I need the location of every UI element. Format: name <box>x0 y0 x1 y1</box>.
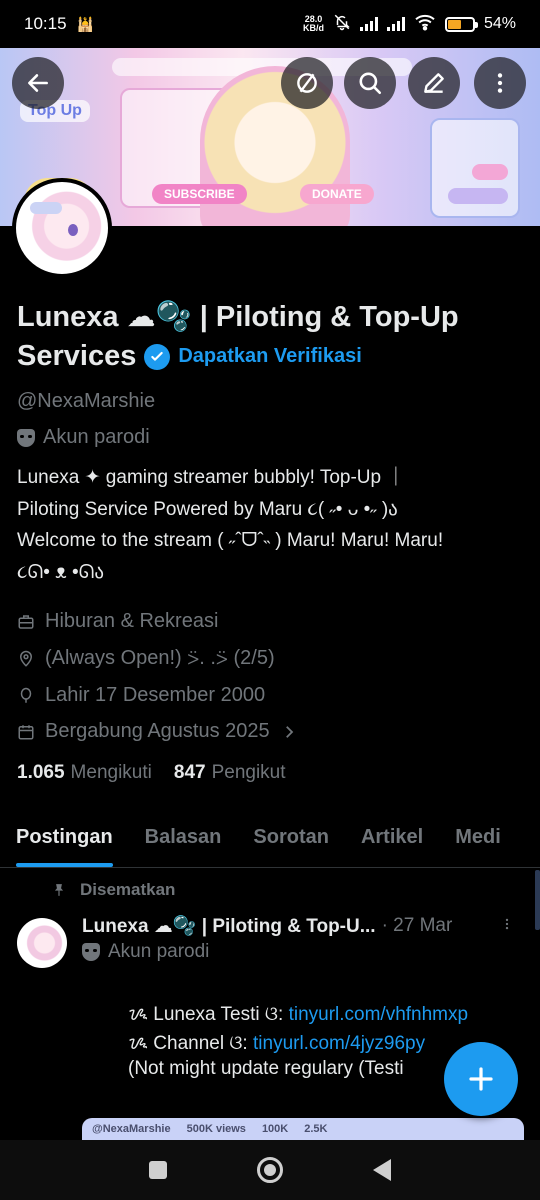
profile-avatar[interactable] <box>12 178 112 278</box>
pinned-label: Disematkan <box>80 880 176 899</box>
tab-articles[interactable]: Artikel <box>345 812 439 867</box>
bio-line: Piloting Service Powered by Maru ૮( ˶• ᴗ… <box>17 498 398 520</box>
tab-replies[interactable]: Balasan <box>129 812 238 867</box>
media-likes: 100K <box>261 1123 289 1135</box>
system-nav-bar <box>0 1140 540 1200</box>
profile-location: (Always Open!) ⍩. .⍩ (2/5) <box>17 647 275 670</box>
avatar-hair-clip <box>30 202 62 214</box>
banner-chat-bubble <box>472 164 508 180</box>
battery-icon <box>444 16 478 32</box>
tab-highlights[interactable]: Sorotan <box>237 812 345 867</box>
media-handle: @NexaMarshie <box>92 1123 171 1135</box>
bio-line: ૮ᘏ• ᴥ •ᘏა <box>17 561 105 583</box>
post-header: Lunexa ☁🫧 | Piloting & Top-U... · 27 Mar <box>82 914 452 938</box>
pinned-indicator: Disematkan <box>52 880 175 900</box>
back-button[interactable] <box>12 57 64 109</box>
mask-icon <box>17 428 35 447</box>
parody-label-text: Akun parodi <box>43 426 150 448</box>
parody-account-label: Akun parodi <box>17 426 150 449</box>
post-date[interactable]: · 27 Mar <box>382 915 453 937</box>
get-verified-link[interactable]: Dapatkan Verifikasi <box>178 345 361 368</box>
search-icon <box>359 72 382 95</box>
chevron-right-icon <box>285 725 293 738</box>
media-comments: 2.5K <box>304 1123 328 1135</box>
profile-tabs: Postingan Balasan Sorotan Artikel Medi <box>0 812 540 868</box>
search-button[interactable] <box>344 57 396 109</box>
post-line-text: ᝰ Lunexa Testi ଓ: <box>128 1004 289 1025</box>
category-text: Hiburan & Rekreasi <box>45 610 219 632</box>
recents-button[interactable] <box>149 1161 167 1179</box>
profile-handle: @NexaMarshie <box>17 390 156 412</box>
more-vertical-icon <box>497 73 503 93</box>
follow-stats: 1.065 Mengikuti 847 Pengikut <box>17 762 286 784</box>
tab-posts[interactable]: Postingan <box>0 812 129 867</box>
post-line-text: ᝰ Channel ଓ: <box>128 1033 253 1054</box>
location-pin-icon <box>19 650 33 667</box>
wifi-icon <box>414 13 436 36</box>
post-text-line: ᝰ Lunexa Testi ଓ: tinyurl.com/vhfnhmxp <box>128 1000 468 1026</box>
arrow-left-icon <box>28 74 48 92</box>
banner-donate-label: DONATE <box>300 184 374 204</box>
verified-badge-icon[interactable] <box>144 343 171 370</box>
edit-button[interactable] <box>408 57 460 109</box>
post-text-line: ᝰ Channel ଓ: tinyurl.com/4jyz96py <box>128 1029 425 1055</box>
calendar-icon <box>18 724 34 739</box>
compose-button[interactable] <box>444 1042 518 1116</box>
avatar-eye <box>68 224 78 236</box>
status-bar: 10:15 🕌 28.0 KB/d 54% <box>0 0 540 48</box>
following-link[interactable]: 1.065 Mengikuti <box>17 762 152 784</box>
post-author-avatar[interactable] <box>17 918 67 968</box>
banner-subscribe-label: SUBSCRIBE <box>152 184 247 204</box>
more-vertical-icon <box>505 918 509 930</box>
network-speed: 28.0 KB/d <box>302 14 324 33</box>
profile-bio: Lunexa ✦ gaming streamer bubbly! Top-Up … <box>17 462 527 588</box>
signal-icon-sim1 <box>359 17 378 31</box>
back-nav-button[interactable] <box>373 1159 391 1181</box>
plus-icon <box>469 1067 493 1091</box>
bio-line: Lunexa ✦ gaming streamer bubbly! Top-Up … <box>17 467 406 488</box>
balloon-icon <box>20 687 32 703</box>
pencil-icon <box>424 73 444 93</box>
slash-circle-icon <box>297 73 317 93</box>
home-button[interactable] <box>257 1157 283 1183</box>
post-link[interactable]: tinyurl.com/vhfnhmxp <box>289 1004 469 1025</box>
banner-chat-bubble <box>448 188 508 204</box>
profile-name: Lunexa ☁🫧 | Piloting & Top-Up <box>17 301 459 333</box>
profile-name-continued: Services <box>17 340 137 372</box>
post-parody-label: Akun parodi <box>82 941 209 963</box>
post-author-name[interactable]: Lunexa ☁🫧 | Piloting & Top-U... <box>82 914 376 938</box>
media-views: 500K views <box>186 1123 246 1135</box>
clock: 10:15 <box>24 14 67 33</box>
profile-name-row: Services Dapatkan Verifikasi <box>17 340 362 373</box>
birthday-text: Lahir 17 Desember 2000 <box>45 684 266 706</box>
bio-line: Welcome to the stream ( ˶ˆᗜˆ˵ ) Maru! Ma… <box>17 530 444 551</box>
scrollbar[interactable] <box>535 870 540 930</box>
more-button[interactable] <box>474 57 526 109</box>
post-more-button[interactable] <box>500 914 514 940</box>
mask-icon <box>82 943 100 961</box>
profile-joined[interactable]: Bergabung Agustus 2025 <box>17 720 298 743</box>
profile-category: Hiburan & Rekreasi <box>17 610 218 633</box>
mosque-icon: 🕌 <box>76 15 94 32</box>
joined-text: Bergabung Agustus 2025 <box>45 720 270 742</box>
pin-icon <box>54 884 64 896</box>
followers-link[interactable]: 847 Pengikut <box>174 762 286 784</box>
battery-percent: 54% <box>483 15 516 32</box>
briefcase-icon <box>18 614 34 629</box>
post-link[interactable]: tinyurl.com/4jyz96py <box>253 1033 425 1054</box>
grok-button[interactable] <box>281 57 333 109</box>
signal-icon-sim2 <box>386 17 405 31</box>
profile-birthday: Lahir 17 Desember 2000 <box>17 684 265 707</box>
post-parody-text: Akun parodi <box>108 941 210 962</box>
tab-media[interactable]: Medi <box>439 812 517 867</box>
mute-icon <box>333 13 351 36</box>
post-text-line: (Not might update regulary (Testi <box>128 1058 404 1079</box>
post-media-preview[interactable]: @NexaMarshie 500K views 100K 2.5K <box>82 1118 524 1140</box>
location-text: (Always Open!) ⍩. .⍩ (2/5) <box>45 647 275 669</box>
